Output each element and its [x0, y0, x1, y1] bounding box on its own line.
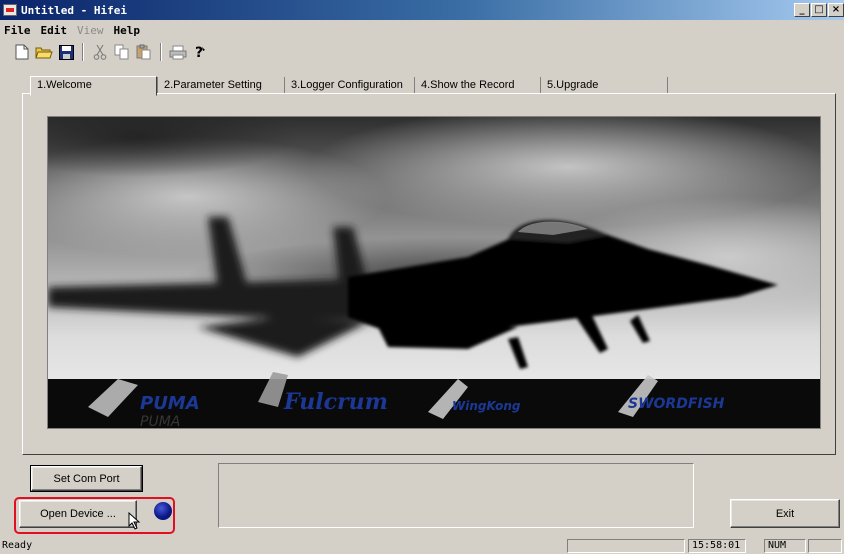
- status-bar: Ready 15:58:01 NUM: [0, 538, 844, 554]
- window-controls: _ □ ×: [794, 3, 844, 17]
- save-icon[interactable]: [56, 42, 76, 62]
- help-icon[interactable]: ?: [190, 42, 210, 62]
- menu-view[interactable]: View: [73, 24, 110, 37]
- logo-puma: PUMA: [140, 393, 200, 414]
- status-pane-empty-2: [808, 539, 842, 553]
- svg-text:PUMA: PUMA: [140, 414, 180, 429]
- welcome-banner-image: PUMA PUMA Fulcrum WingKong SWORDFISH: [47, 116, 821, 429]
- mouse-pointer-icon: [128, 512, 141, 530]
- set-com-port-button[interactable]: Set Com Port: [30, 465, 143, 492]
- status-pane-empty: [567, 539, 685, 553]
- menu-help[interactable]: Help: [110, 24, 147, 37]
- svg-text:?: ?: [195, 45, 203, 60]
- print-icon[interactable]: [168, 42, 188, 62]
- logo-swordfish: SWORDFISH: [628, 396, 725, 412]
- logo-fulcrum: Fulcrum: [283, 389, 388, 415]
- status-text: Ready: [2, 540, 33, 551]
- close-button[interactable]: ×: [828, 3, 844, 17]
- logo-wingkong: WingKong: [452, 399, 521, 413]
- open-folder-icon[interactable]: [34, 42, 54, 62]
- new-file-icon[interactable]: [12, 42, 32, 62]
- toolbar-separator: [82, 43, 84, 61]
- toolbar: ?: [12, 40, 210, 64]
- minimize-button[interactable]: _: [794, 3, 810, 17]
- app-icon: [3, 4, 17, 16]
- message-panel: [218, 463, 694, 528]
- menu-file[interactable]: File: [0, 24, 37, 37]
- exit-button[interactable]: Exit: [730, 499, 840, 528]
- title-bar: Untitled - Hifei _ □ ×: [0, 0, 844, 20]
- set-com-port-label: Set Com Port: [53, 472, 120, 485]
- paste-icon[interactable]: [134, 42, 154, 62]
- exit-label: Exit: [775, 507, 795, 520]
- menu-edit[interactable]: Edit: [37, 24, 74, 37]
- cut-icon[interactable]: [90, 42, 110, 62]
- window-title: Untitled - Hifei: [21, 3, 127, 17]
- status-time: 15:58:01: [688, 539, 746, 553]
- status-num-indicator: NUM: [764, 539, 806, 553]
- tab-welcome[interactable]: 1.Welcome: [30, 76, 157, 96]
- copy-icon[interactable]: [112, 42, 132, 62]
- maximize-button[interactable]: □: [811, 3, 827, 17]
- toolbar-separator: [160, 43, 162, 61]
- open-device-highlight: [14, 497, 175, 534]
- menu-bar: File Edit View Help: [0, 21, 146, 39]
